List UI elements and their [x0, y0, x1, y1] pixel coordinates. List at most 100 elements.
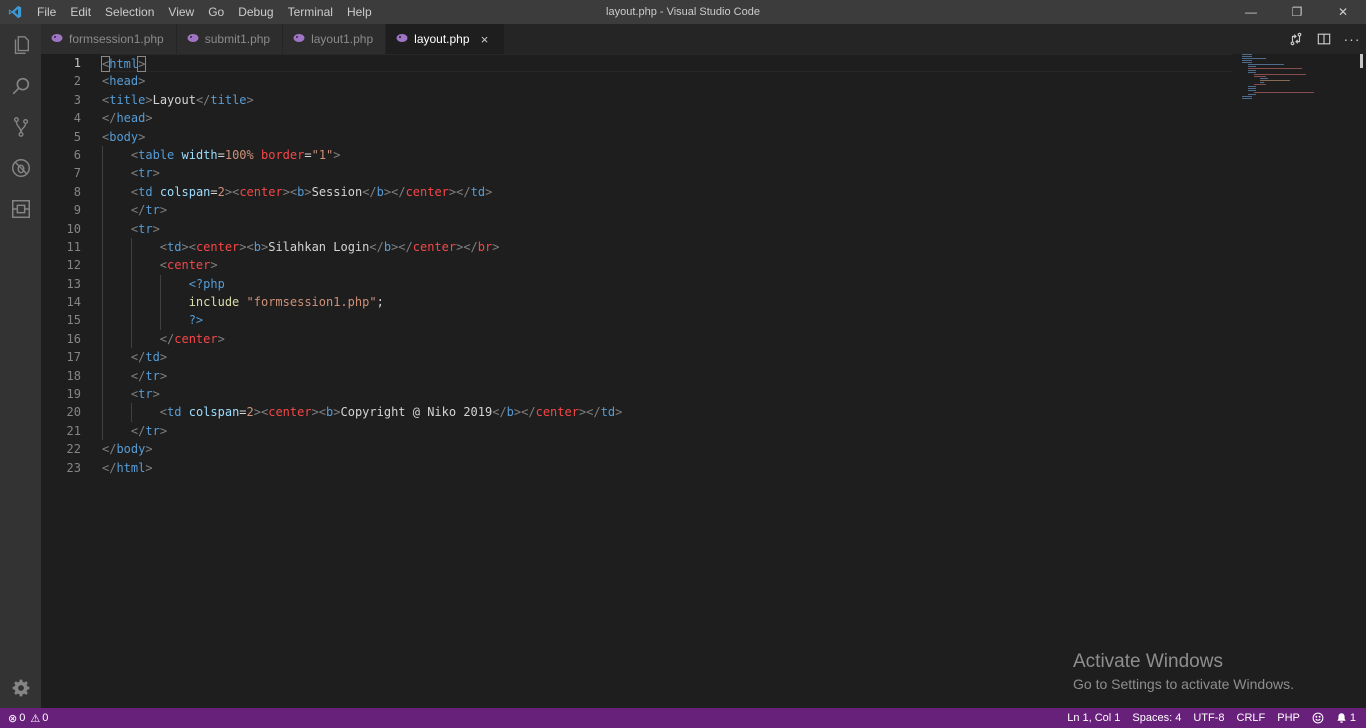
ellipsis-icon: ··· — [1343, 31, 1361, 47]
code-line: </tr> — [102, 421, 1226, 441]
scroll-thumb[interactable] — [1360, 54, 1363, 68]
menu-terminal[interactable]: Terminal — [281, 0, 340, 24]
line-number: 18 — [66, 368, 81, 383]
search-button[interactable] — [0, 65, 41, 106]
notifications-button[interactable]: 1 — [1330, 708, 1366, 728]
php-file-icon — [51, 32, 63, 46]
compare-icon — [1290, 32, 1302, 46]
line-number: 23 — [66, 460, 81, 475]
source-control-button[interactable] — [0, 106, 41, 147]
code-line: <tr> — [102, 164, 1226, 183]
code-content[interactable]: <html> <head> <title>Layout</title> </he… — [100, 54, 1232, 477]
menu-view[interactable]: View — [161, 0, 201, 24]
vscode-logo-icon — [0, 0, 30, 24]
tab-layout[interactable]: layout.php × — [386, 24, 505, 54]
code-line: </head> — [102, 111, 153, 126]
menu-debug[interactable]: Debug — [231, 0, 280, 24]
line-number: 2 — [73, 74, 81, 89]
code-line: <body> — [102, 129, 146, 144]
line-number: 10 — [66, 221, 81, 236]
code-line: <td colspan=2><center><b>Copyright @ Nik… — [102, 403, 1226, 422]
php-file-icon — [187, 32, 199, 46]
activate-windows-watermark: Activate Windows Go to Settings to activ… — [1073, 651, 1294, 695]
line-number: 21 — [66, 423, 81, 438]
code-line: <tr> — [102, 219, 1226, 238]
split-editor-icon — [1317, 33, 1331, 45]
encoding[interactable]: UTF-8 — [1187, 708, 1230, 728]
line-number: 6 — [73, 147, 81, 162]
indentation[interactable]: Spaces: 4 — [1126, 708, 1187, 728]
maximize-button[interactable]: ❐ — [1274, 0, 1320, 24]
editor-tabs: formsession1.php submit1.php layout1.php… — [41, 24, 1366, 54]
code-line: </center> — [102, 329, 1226, 349]
manage-button[interactable] — [0, 667, 41, 708]
extensions-button[interactable] — [0, 188, 41, 229]
tab-layout1[interactable]: layout1.php — [283, 24, 387, 54]
line-number: 12 — [66, 258, 81, 273]
more-actions-button[interactable]: ··· — [1338, 24, 1366, 54]
code-line: <tr> — [102, 385, 1226, 404]
line-number: 15 — [66, 313, 81, 328]
code-line: <center> — [102, 256, 1226, 275]
menu-help[interactable]: Help — [340, 0, 379, 24]
tab-formsession1[interactable]: formsession1.php — [41, 24, 177, 54]
line-number: 14 — [66, 295, 81, 310]
menu-file[interactable]: File — [30, 0, 63, 24]
code-editor[interactable]: 1 2 3 4 5 6 7 8 9 10 11 12 13 14 15 16 1… — [41, 54, 1366, 708]
watermark-subtitle: Go to Settings to activate Windows. — [1073, 676, 1294, 692]
line-number: 16 — [66, 331, 81, 346]
cursor-position[interactable]: Ln 1, Col 1 — [1061, 708, 1126, 728]
menu-selection[interactable]: Selection — [98, 0, 161, 24]
line-number: 13 — [66, 276, 81, 291]
line-number: 19 — [66, 387, 81, 402]
line-number: 1 — [73, 56, 81, 70]
menu-go[interactable]: Go — [201, 0, 231, 24]
code-line: include "formsession1.php"; — [102, 293, 1226, 312]
line-number: 7 — [73, 166, 81, 181]
minimize-button[interactable]: — — [1228, 0, 1274, 24]
line-number: 11 — [66, 239, 81, 254]
tab-label: submit1.php — [204, 32, 271, 46]
line-number: 8 — [73, 184, 81, 199]
vertical-scrollbar[interactable] — [1352, 54, 1366, 708]
editor-actions: ··· — [1282, 24, 1366, 54]
tab-label: formsession1.php — [69, 32, 164, 46]
code-line: <head> — [102, 74, 146, 89]
close-window-button[interactable]: ✕ — [1320, 0, 1366, 24]
open-changes-button[interactable] — [1282, 24, 1310, 54]
line-number: 4 — [73, 111, 81, 126]
php-file-icon — [293, 32, 305, 46]
code-line: ?> — [102, 311, 1226, 330]
code-line: </td> — [102, 348, 1226, 367]
code-line: </tr> — [102, 366, 1226, 386]
warning-icon: ⚠ — [30, 712, 41, 725]
source-control-icon — [13, 116, 28, 137]
line-number: 3 — [73, 92, 81, 107]
tab-label: layout1.php — [311, 32, 374, 46]
end-of-line[interactable]: CRLF — [1231, 708, 1272, 728]
menu-bar: File Edit Selection View Go Debug Termin… — [30, 0, 379, 24]
line-number: 9 — [73, 203, 81, 218]
code-line: <td colspan=2><center><b>Session</b></ce… — [102, 182, 1226, 202]
extensions-icon — [11, 199, 30, 218]
problems-indicator[interactable]: ⊗ 0 ⚠ 0 — [8, 708, 54, 728]
php-file-icon — [396, 32, 408, 46]
code-line: <td><center><b>Silahkan Login</b></cente… — [102, 237, 1226, 257]
title-bar: File Edit Selection View Go Debug Termin… — [0, 0, 1366, 24]
tab-close-icon[interactable]: × — [478, 32, 492, 47]
feedback-button[interactable] — [1306, 708, 1330, 728]
gear-icon — [12, 679, 29, 696]
explorer-button[interactable] — [0, 24, 41, 65]
status-bar: ⊗ 0 ⚠ 0 Ln 1, Col 1 Spaces: 4 UTF-8 CRLF… — [0, 708, 1366, 728]
language-mode[interactable]: PHP — [1271, 708, 1306, 728]
minimap[interactable] — [1242, 54, 1352, 114]
code-line: <?php — [102, 274, 1226, 294]
debug-button[interactable] — [0, 147, 41, 188]
error-count: 0 — [19, 712, 26, 724]
menu-edit[interactable]: Edit — [63, 0, 98, 24]
watermark-title: Activate Windows — [1073, 651, 1223, 672]
split-editor-button[interactable] — [1310, 24, 1338, 54]
tab-submit1[interactable]: submit1.php — [176, 24, 284, 54]
files-icon — [14, 35, 29, 54]
code-line: </body> — [102, 442, 153, 457]
